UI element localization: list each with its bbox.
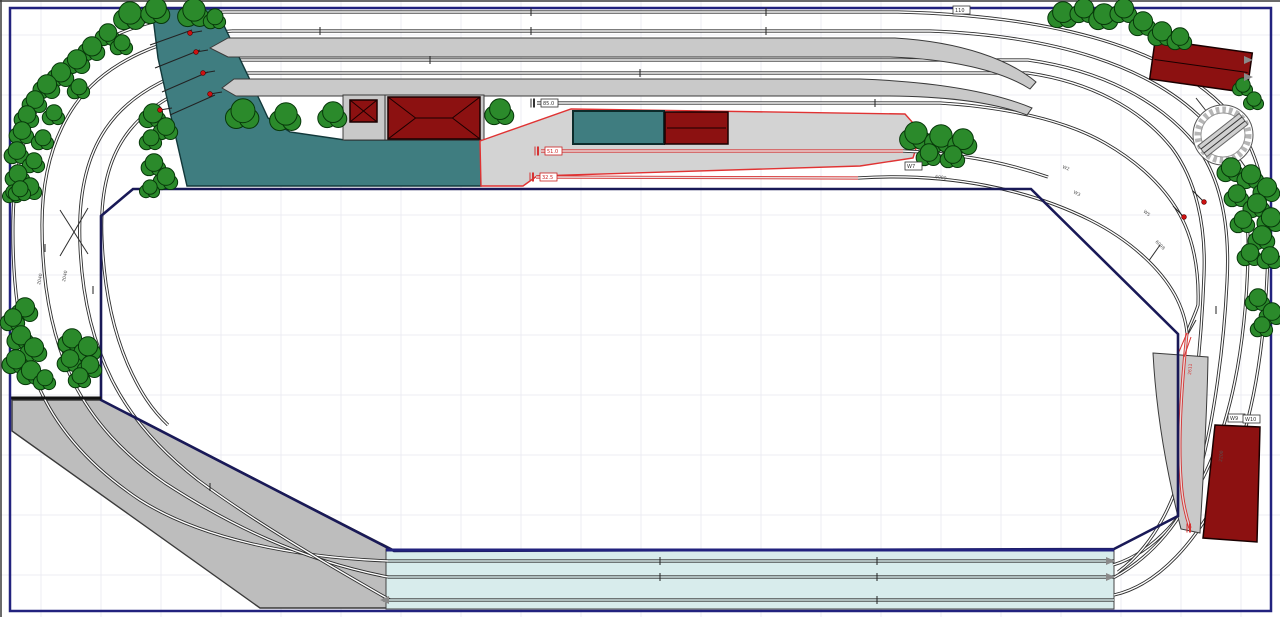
part-number-label: W2 — [1061, 164, 1070, 172]
signal-icon[interactable] — [1182, 215, 1187, 220]
tree — [114, 2, 145, 30]
engine-house[interactable] — [1203, 425, 1260, 542]
track-label-text: 51.0 — [547, 149, 558, 155]
goods-shed-teal-group — [573, 111, 664, 144]
station-shed-group — [350, 100, 377, 122]
tree — [31, 130, 53, 150]
hidden-ramp-band[interactable] — [12, 400, 419, 608]
track-segment[interactable] — [858, 177, 1187, 333]
tree — [1257, 247, 1280, 269]
tree — [485, 99, 514, 125]
track-label-text: W7 — [907, 164, 915, 170]
track-plan-canvas[interactable]: 85.051.032.5110W9W10W720402040W2W3W56098… — [0, 0, 1280, 617]
track-label-text: W10 — [1245, 417, 1256, 423]
part-number-label: 2611 — [1187, 363, 1194, 375]
part-number-label: W3 — [1072, 189, 1081, 198]
part-number-label: 6099 — [935, 174, 947, 182]
tree — [270, 103, 301, 131]
track-label-text: 32.5 — [542, 175, 553, 181]
tree — [141, 0, 170, 24]
tree — [318, 102, 347, 128]
part-number-label: W5 — [1142, 209, 1152, 218]
signal-icon[interactable] — [201, 71, 206, 76]
part-number-label: 2200 — [1218, 450, 1225, 462]
signal-icon[interactable] — [194, 50, 199, 55]
signal-icon[interactable] — [208, 92, 213, 97]
part-number-label: 2040 — [61, 270, 69, 283]
goods-shed-red-group — [665, 112, 728, 144]
track-label-text: W9 — [1230, 416, 1238, 422]
track-segment[interactable] — [1196, 98, 1207, 112]
signal-icon[interactable] — [1202, 200, 1207, 205]
signal-icon[interactable] — [158, 108, 163, 113]
tree — [1110, 0, 1137, 23]
station-building-group — [388, 97, 480, 139]
track-label-text: 85.0 — [543, 101, 554, 107]
goods-shed-teal[interactable] — [573, 111, 664, 144]
track-centerline — [858, 177, 1187, 333]
signal-icon[interactable] — [188, 31, 193, 36]
track-label-text: 110 — [955, 8, 965, 14]
part-number-label: 6098 — [1154, 239, 1166, 251]
application-window: 85.051.032.5110W9W10W720402040W2W3W56098… — [0, 0, 1280, 617]
